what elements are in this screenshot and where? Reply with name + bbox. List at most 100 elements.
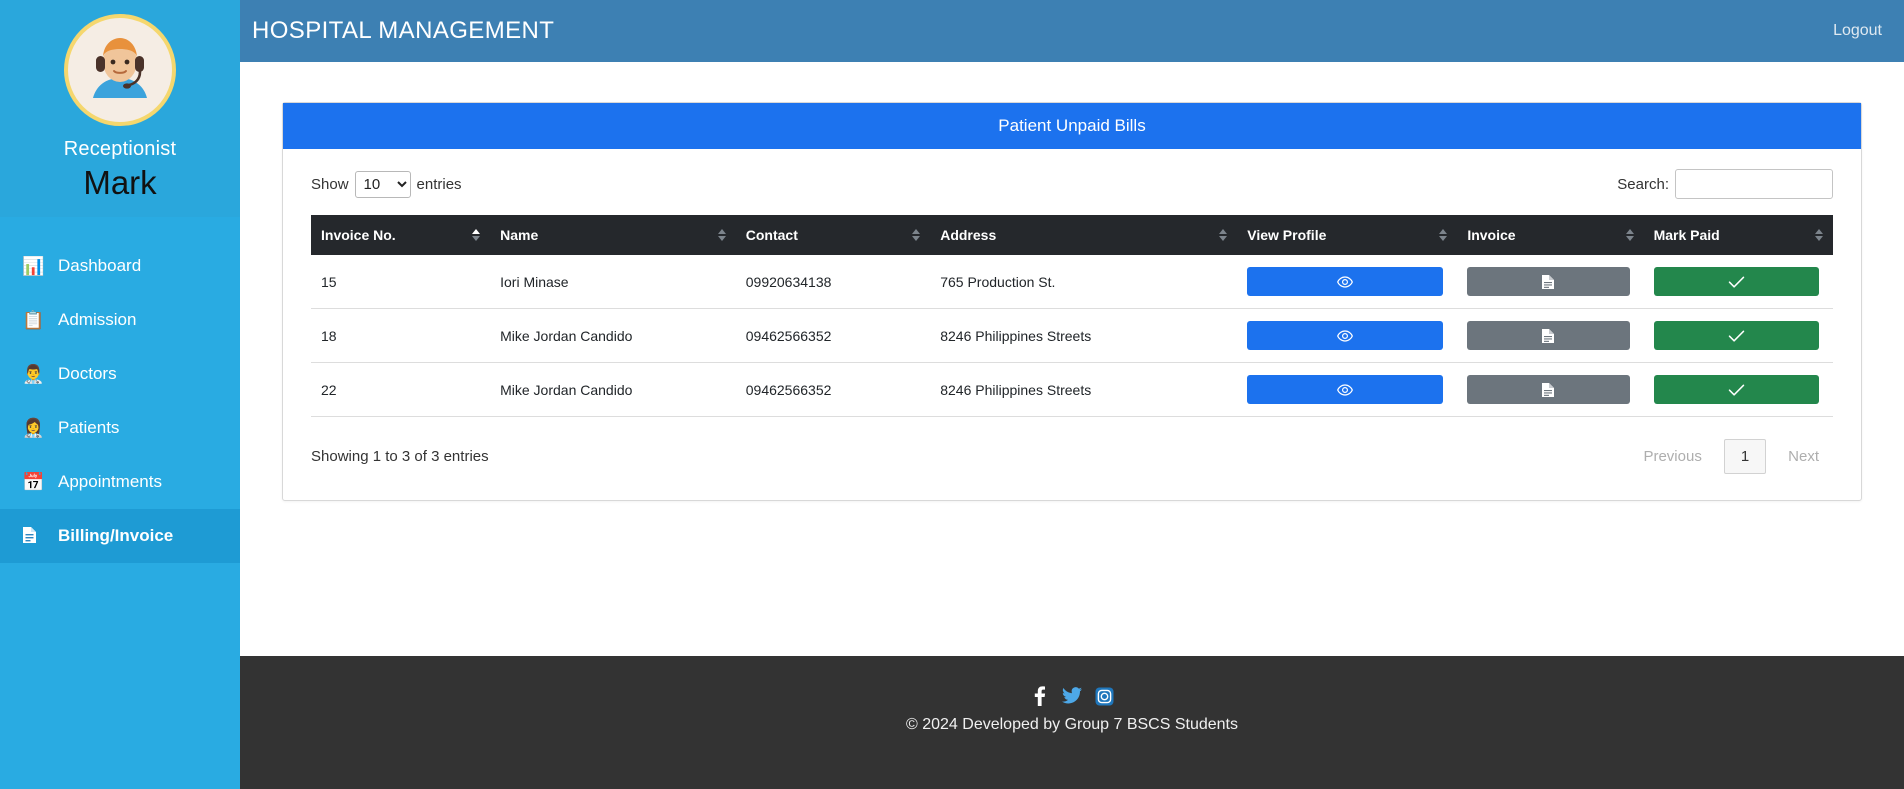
sidebar-nav: 📊 Dashboard 📋 Admission 👨‍⚕️ Doctors 👩‍⚕… <box>0 239 240 564</box>
cell-name: Mike Jordan Candido <box>490 308 736 363</box>
cell-mark-paid <box>1643 308 1833 363</box>
cell-invoice-no: 22 <box>311 362 491 417</box>
view-profile-button[interactable] <box>1247 267 1444 296</box>
card-body: Show 10 25 50 100 entries Search: <box>283 149 1861 500</box>
sort-arrows-icon <box>912 229 921 241</box>
show-label: Show <box>311 175 349 193</box>
table-header-row: Invoice No. Name Contact Address View Pr… <box>311 215 1833 255</box>
facebook-icon[interactable] <box>1030 686 1050 706</box>
cell-contact: 09462566352 <box>735 362 931 417</box>
sidebar-item-appointments[interactable]: 📅 Appointments <box>0 455 240 509</box>
eye-icon <box>1337 383 1354 396</box>
clipboard-icon: 📋 <box>22 310 45 331</box>
check-icon <box>1728 384 1745 396</box>
view-profile-button[interactable] <box>1247 375 1444 404</box>
document-icon <box>22 526 52 547</box>
sort-arrows-icon <box>1625 229 1634 241</box>
cell-invoice-no: 18 <box>311 308 491 363</box>
column-header-address[interactable]: Address <box>930 215 1238 255</box>
headset-operator-avatar-icon <box>70 20 170 120</box>
sort-arrows-icon <box>1219 229 1228 241</box>
file-text-icon <box>1542 382 1555 397</box>
cell-invoice <box>1457 308 1644 363</box>
view-profile-button[interactable] <box>1247 321 1444 350</box>
page-footer: © 2024 Developed by Group 7 BSCS Student… <box>240 656 1904 789</box>
doctor-icon: 👨‍⚕️ <box>22 364 45 385</box>
pagination-page-1[interactable]: 1 <box>1723 439 1767 474</box>
sort-arrows-icon <box>1815 229 1823 241</box>
sort-arrows-icon <box>717 229 726 241</box>
unpaid-bills-card: Patient Unpaid Bills Show 10 25 50 100 e… <box>282 102 1862 501</box>
datatable-controls: Show 10 25 50 100 entries Search: <box>311 169 1833 199</box>
sort-arrows-icon <box>472 229 481 241</box>
eye-icon <box>1337 329 1354 342</box>
sidebar-item-admission[interactable]: 📋 Admission <box>0 293 240 347</box>
mark-paid-button[interactable] <box>1653 267 1819 296</box>
sidebar-item-doctors[interactable]: 👨‍⚕️ Doctors <box>0 347 240 401</box>
cell-mark-paid <box>1643 255 1833 309</box>
cell-view-profile <box>1237 308 1458 363</box>
pagination-next[interactable]: Next <box>1774 440 1833 473</box>
mark-paid-button[interactable] <box>1653 321 1819 350</box>
page-title: HOSPITAL MANAGEMENT <box>252 17 555 44</box>
sidebar-item-label: Appointments <box>58 472 162 492</box>
file-text-icon <box>1542 274 1555 289</box>
pagination: Previous 1 Next <box>1629 439 1833 474</box>
sidebar-item-label: Doctors <box>58 364 117 384</box>
cell-invoice-no: 15 <box>311 255 491 309</box>
card-title: Patient Unpaid Bills <box>283 103 1861 149</box>
table-body: 15 Iori Minase 09920634138 765 Productio… <box>311 255 1833 417</box>
sidebar-item-dashboard[interactable]: 📊 Dashboard <box>0 239 240 293</box>
table-row: 18 Mike Jordan Candido 09462566352 8246 … <box>311 308 1833 363</box>
top-header: HOSPITAL MANAGEMENT Logout <box>240 0 1904 62</box>
entries-label: entries <box>416 175 462 193</box>
social-links <box>240 686 1904 706</box>
table-row: 22 Mike Jordan Candido 09462566352 8246 … <box>311 362 1833 417</box>
twitter-icon[interactable] <box>1062 686 1082 706</box>
column-header-invoice[interactable]: Invoice <box>1457 215 1644 255</box>
sidebar-item-patients[interactable]: 👩‍⚕️ Patients <box>0 401 240 455</box>
page-length-select[interactable]: 10 25 50 100 <box>354 170 411 198</box>
table-info: Showing 1 to 3 of 3 entries <box>311 448 489 465</box>
copyright-text: © 2024 Developed by Group 7 BSCS Student… <box>906 716 1238 733</box>
main-content: Patient Unpaid Bills Show 10 25 50 100 e… <box>240 62 1904 656</box>
sidebar-profile: Receptionist Mark <box>0 0 240 218</box>
search-control: Search: <box>1617 169 1833 199</box>
cell-name: Mike Jordan Candido <box>490 362 736 417</box>
mark-paid-button[interactable] <box>1653 375 1819 404</box>
sidebar-item-label: Billing/Invoice <box>58 526 174 546</box>
cell-address: 8246 Philippines Streets <box>930 308 1238 363</box>
logout-link[interactable]: Logout <box>1833 22 1882 40</box>
column-header-contact[interactable]: Contact <box>735 215 931 255</box>
search-label: Search: <box>1617 175 1669 193</box>
cell-address: 765 Production St. <box>930 255 1238 309</box>
column-header-mark-paid[interactable]: Mark Paid <box>1643 215 1833 255</box>
pagination-previous[interactable]: Previous <box>1629 440 1715 473</box>
datatable-footer: Showing 1 to 3 of 3 entries Previous 1 N… <box>311 439 1833 474</box>
sidebar-item-label: Patients <box>58 418 120 438</box>
invoice-button[interactable] <box>1467 267 1630 296</box>
invoice-button[interactable] <box>1467 321 1630 350</box>
sidebar-item-billing-invoice[interactable]: Billing/Invoice <box>0 509 240 564</box>
instagram-icon[interactable] <box>1094 686 1114 706</box>
search-input[interactable] <box>1675 169 1833 199</box>
nurse-icon: 👩‍⚕️ <box>22 418 45 439</box>
invoice-button[interactable] <box>1467 375 1630 404</box>
sort-arrows-icon <box>1439 229 1448 241</box>
cell-name: Iori Minase <box>490 255 736 309</box>
eye-icon <box>1337 275 1354 288</box>
sidebar-item-label: Admission <box>58 310 137 330</box>
table-header: Invoice No. Name Contact Address View Pr… <box>311 215 1833 255</box>
cell-address: 8246 Philippines Streets <box>930 362 1238 417</box>
sidebar-item-label: Dashboard <box>58 256 142 276</box>
column-header-name[interactable]: Name <box>490 215 736 255</box>
column-header-invoice-no[interactable]: Invoice No. <box>311 215 491 255</box>
cell-mark-paid <box>1643 362 1833 417</box>
avatar <box>64 14 176 126</box>
user-role: Receptionist <box>63 138 177 160</box>
cell-view-profile <box>1237 255 1458 309</box>
column-header-view-profile[interactable]: View Profile <box>1237 215 1458 255</box>
file-text-icon <box>1542 328 1555 343</box>
cell-invoice <box>1457 255 1644 309</box>
cell-contact: 09920634138 <box>735 255 931 309</box>
